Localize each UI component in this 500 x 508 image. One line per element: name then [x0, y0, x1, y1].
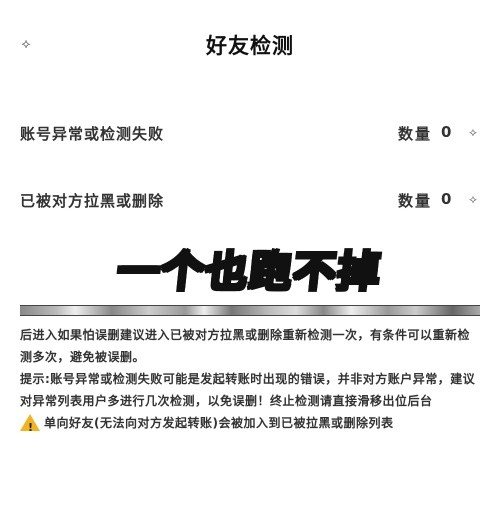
note-text: 后进入如果怕误删建议进入已被对方拉黑或删除重新检测一次，有条件可以重新检测多次，… — [20, 328, 471, 364]
count-value: 0 — [441, 190, 452, 208]
count-value: 0 — [441, 123, 452, 141]
note-text: 单向好友(无法向对方发起转账)会被加入到已被拉黑或删除列表 — [44, 416, 394, 430]
notes-section: 后进入如果怕误删建议进入已被对方拉黑或删除重新检测一次，有条件可以重新检测多次，… — [20, 324, 482, 434]
header: ⟡ 好友检测 — [0, 0, 500, 90]
warning-icon: ! — [20, 413, 40, 434]
row-label: 账号异常或检测失败 — [20, 125, 165, 143]
row-blocked-deleted[interactable]: 已被对方拉黑或删除 数量 0 ⟡ — [0, 186, 500, 216]
count-label: 数量 — [398, 125, 433, 143]
banner-caption: 一个也跑不掉 — [114, 246, 386, 298]
refresh-icon[interactable]: ⟡ — [466, 125, 480, 139]
note-warning: ! 单向好友(无法向对方发起转账)会被加入到已被拉黑或删除列表 — [20, 412, 482, 434]
count-label: 数量 — [398, 192, 433, 210]
row-label: 已被对方拉黑或删除 — [20, 192, 165, 210]
refresh-icon[interactable]: ⟡ — [466, 192, 480, 206]
page-title: 好友检测 — [206, 34, 294, 58]
divider — [20, 305, 480, 316]
note-text: 提示:账号异常或检测失败可能是发起转账时出现的错误，并非对方账户异常，建议对异常… — [20, 372, 476, 408]
row-account-abnormal[interactable]: 账号异常或检测失败 数量 0 ⟡ — [0, 119, 500, 149]
